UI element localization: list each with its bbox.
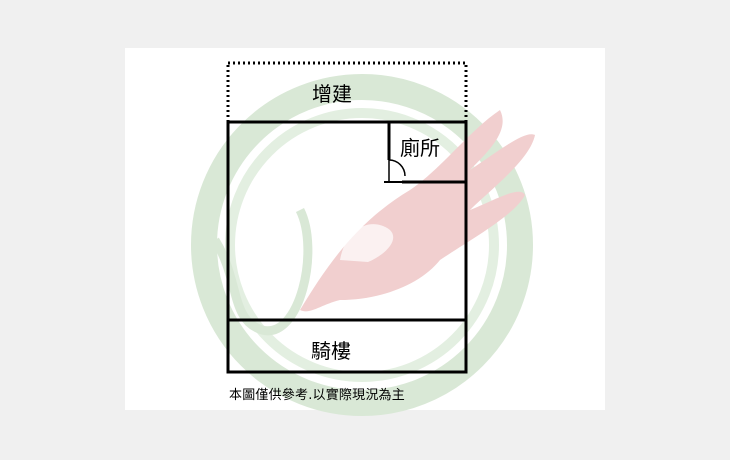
room-label-toilet: 廁所 — [400, 136, 440, 160]
floor-plan-view: 增建 廁所 騎樓 本圖僅供參考.以實際現況為主 — [0, 0, 730, 460]
disclaimer-caption: 本圖僅供參考.以實際現況為主 — [229, 388, 405, 403]
toilet-door-icon — [384, 159, 406, 183]
watermark-logo — [191, 74, 535, 416]
room-label-addition: 增建 — [312, 82, 352, 106]
room-label-arcade: 騎樓 — [311, 339, 351, 363]
door-swing-arc — [388, 159, 406, 177]
